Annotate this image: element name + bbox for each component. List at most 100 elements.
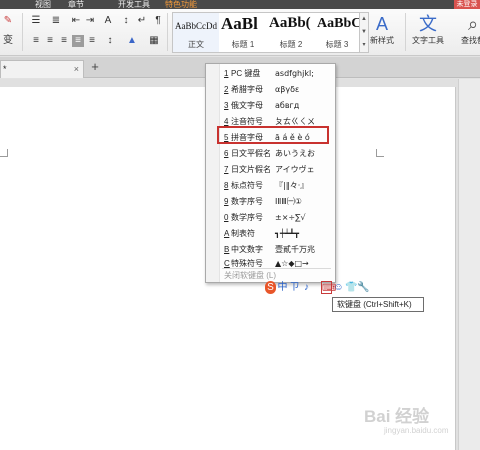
menu-item-key: 8	[224, 181, 229, 190]
menu-item-key: 3	[224, 101, 229, 110]
new-style-button[interactable]: A 新样式	[361, 13, 403, 53]
menu-item-math[interactable]: 0 数学序号 ±×÷∑√	[206, 210, 337, 226]
menu-item-sample: asdfghjkl;	[275, 69, 314, 78]
menu-item-hiragana[interactable]: 6 日文平假名 あいうえお	[206, 146, 337, 162]
menu-item-pc-keyboard[interactable]: 1 PC 键盘 asdfghjkl;	[206, 66, 337, 82]
style-preview: AaBbC	[317, 16, 359, 31]
align-right-icon[interactable]: ≡	[58, 35, 70, 47]
margin-corner-mark	[376, 149, 384, 157]
punctuation-mode-icon[interactable]: ㄗ	[289, 281, 300, 294]
show-hide-icon[interactable]: ¶	[152, 15, 164, 27]
baidu-watermark: Bai 经验 jingyan.baidu.com	[364, 402, 476, 442]
style-preview: AaBb(	[269, 15, 311, 31]
increase-indent-icon[interactable]: ⇥	[84, 15, 96, 27]
style-label: 标题 3	[325, 40, 349, 49]
menu-item-label: 标点符号	[231, 181, 263, 190]
distributed-align-icon[interactable]: ≡	[86, 35, 98, 47]
menu-item-sample: あいうえお	[275, 149, 315, 158]
menu-item-sample: 壹貳千万兆	[275, 245, 315, 254]
shading-icon[interactable]: ▲	[126, 35, 138, 47]
align-center-icon[interactable]: ≡	[44, 35, 56, 47]
menu-chapter[interactable]: 章节	[68, 0, 84, 9]
style-label: 标题 1	[231, 40, 255, 49]
soft-keyboard-menu: 1 PC 键盘 asdfghjkl; 2 希腊字母 αβγδε 3 俄文字母 а…	[205, 63, 336, 283]
menu-item-label: PC 键盘	[231, 69, 261, 78]
menu-item-katakana[interactable]: 7 日文片假名 アイウヴェ	[206, 162, 337, 178]
menu-item-russian[interactable]: 3 俄文字母 абвгд	[206, 98, 337, 114]
menu-item-label: 日文片假名	[231, 165, 271, 174]
menu-item-key: 9	[224, 197, 229, 206]
menu-item-sample: 『|‖々·』	[275, 181, 309, 190]
account-button[interactable]: 未登录	[454, 0, 480, 9]
menu-view[interactable]: 视图	[35, 0, 51, 9]
menu-item-key: 2	[224, 85, 229, 94]
skin-icon[interactable]: 👕	[345, 281, 357, 294]
menu-item-chinese-numerals[interactable]: B 中文数字 壹貳千万兆	[206, 242, 337, 258]
ribbon: ✎ 变 ☰ ≣ ⇤ ⇥ A ↕ ↵ ¶ ≡ ≡ ≡ ≡ ≡ ↕ ▲ ▦ AaBb…	[0, 9, 480, 56]
ribbon-separator	[22, 13, 23, 51]
menu-item-key: 0	[224, 213, 229, 222]
style-gallery: AaBbCcDd 正文 AaBl 标题 1 AaBb( 标题 2 AaBbC 标…	[172, 12, 360, 53]
menu-item-label: 希腊字母	[231, 85, 263, 94]
decrease-indent-icon[interactable]: ⇤	[70, 15, 82, 27]
menu-item-label: 日文平假名	[231, 149, 271, 158]
vertical-scrollbar[interactable]	[458, 79, 480, 450]
menu-divider	[222, 268, 331, 269]
align-left-icon[interactable]: ≡	[30, 35, 42, 47]
menu-item-sample: アイウヴェ	[275, 165, 315, 174]
menu-features[interactable]: 特色功能	[165, 0, 197, 9]
document-tab[interactable]: * ×	[0, 60, 84, 78]
border-icon[interactable]: ▦	[148, 35, 160, 47]
find-replace-button[interactable]: ⌕ 查找替	[456, 13, 480, 53]
paragraph-mark-icon[interactable]: ↵	[136, 15, 148, 27]
add-tab-button[interactable]: +	[88, 59, 102, 75]
highlight-box	[217, 126, 329, 144]
settings-wrench-icon[interactable]: 🔧	[357, 281, 369, 294]
soft-keyboard-icon[interactable]: ⌨	[321, 281, 336, 294]
menu-item-number-ordinals[interactable]: 9 数字序号 ⅠⅡⅢ㈠①	[206, 194, 337, 210]
style-label: 标题 2	[279, 40, 303, 49]
line-spacing-icon[interactable]: ↕	[104, 35, 116, 47]
text-tools-icon: 文	[419, 14, 437, 34]
text-tools-button[interactable]: 文 文字工具	[406, 13, 450, 53]
style-heading-1[interactable]: AaBl 标题 1	[219, 13, 267, 52]
menu-developer[interactable]: 开发工具	[118, 0, 150, 9]
find-replace-label: 查找替	[461, 36, 480, 45]
close-tab-icon[interactable]: ×	[74, 61, 79, 78]
menu-item-label: 数字序号	[231, 197, 263, 206]
justify-icon[interactable]: ≡	[72, 35, 84, 47]
chinese-layout-icon[interactable]: A	[102, 15, 114, 27]
format-painter-icon[interactable]: ✎	[2, 15, 14, 27]
menu-item-label: 俄文字母	[231, 101, 263, 110]
menu-item-key: B	[224, 245, 230, 254]
margin-corner-mark	[0, 149, 8, 157]
new-style-icon: A	[375, 14, 388, 34]
style-preview: AaBl	[221, 14, 258, 33]
voice-icon[interactable]: ♪	[301, 281, 312, 294]
new-style-label: 新样式	[370, 36, 394, 45]
numbered-list-icon[interactable]: ≣	[50, 15, 62, 27]
style-preview: AaBbCcDd	[175, 21, 217, 31]
chinese-mode-icon[interactable]: 中	[277, 281, 288, 294]
watermark-text: Bai 经验	[364, 407, 430, 426]
sort-icon[interactable]: ↕	[120, 15, 132, 27]
style-normal[interactable]: AaBbCcDd 正文	[173, 13, 219, 52]
phonetic-icon[interactable]: 变	[2, 35, 14, 47]
menu-item-greek[interactable]: 2 希腊字母 αβγδε	[206, 82, 337, 98]
menu-item-punctuation[interactable]: 8 标点符号 『|‖々·』	[206, 178, 337, 194]
style-heading-2[interactable]: AaBb( 标题 2	[267, 13, 315, 52]
style-heading-3[interactable]: AaBbC 标题 3	[315, 13, 359, 52]
menu-item-sample: ±×÷∑√	[275, 213, 306, 222]
bullet-list-icon[interactable]: ☰	[30, 15, 42, 27]
menu-item-label: 数学序号	[231, 213, 263, 222]
menu-item-sample: ┓┿┷┻┳	[275, 229, 300, 238]
sogou-logo-icon[interactable]: S	[265, 281, 276, 294]
menu-item-box-drawing[interactable]: A 制表符 ┓┿┷┻┳	[206, 226, 337, 242]
text-tools-label: 文字工具	[412, 36, 444, 45]
menu-item-sample: αβγδε	[275, 85, 300, 94]
close-soft-keyboard-item[interactable]: 关闭软键盘 (L)	[224, 270, 276, 281]
watermark-url: jingyan.baidu.com	[384, 426, 449, 435]
user-icon[interactable]: ☺	[333, 281, 344, 294]
ime-toolbar: S 中 ㄗ ♪ ⌨ ☺ 👕 🔧	[265, 281, 369, 295]
menu-item-label: 中文数字	[231, 245, 263, 254]
